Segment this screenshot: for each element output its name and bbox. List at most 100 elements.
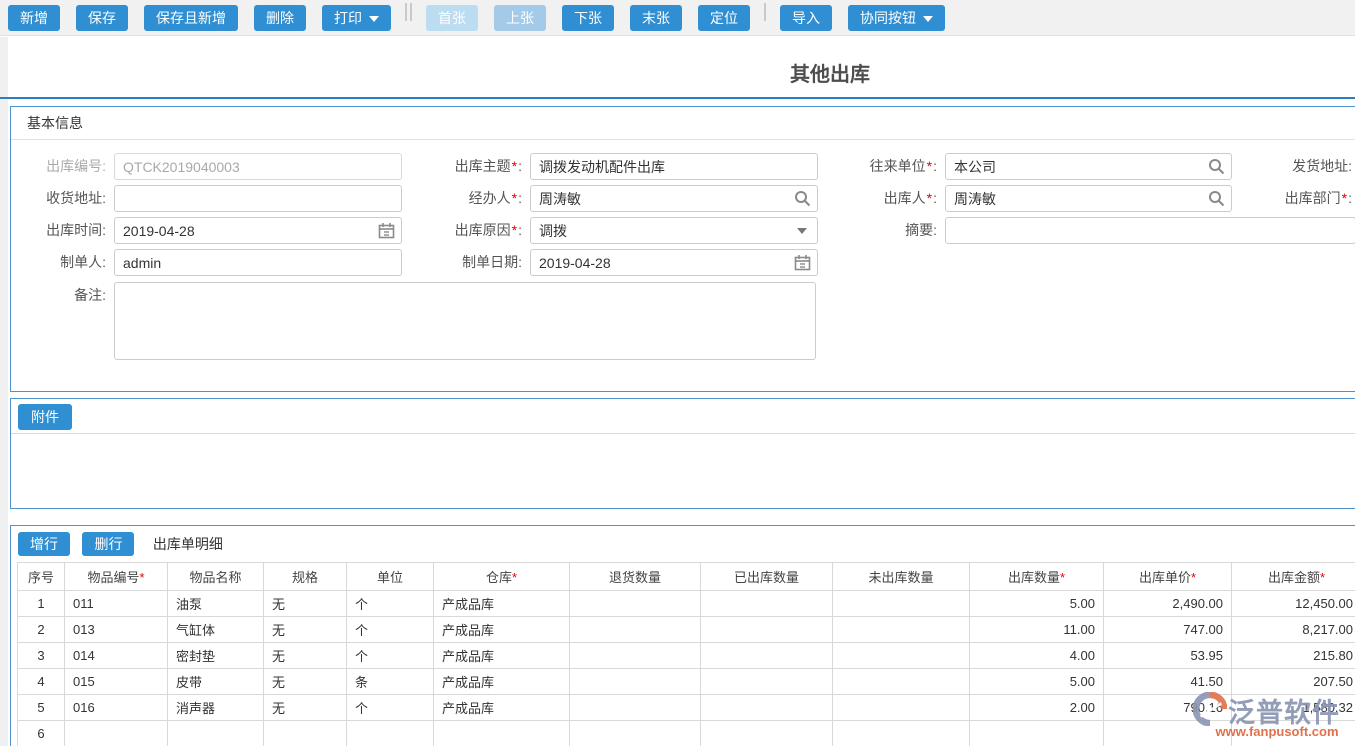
table-cell xyxy=(700,668,833,695)
attachment-button[interactable]: 附件 xyxy=(18,404,72,430)
import-button[interactable]: 导入 xyxy=(780,5,832,31)
locate-button-label: 定位 xyxy=(710,10,738,26)
outbound-no-field[interactable] xyxy=(114,153,402,180)
column-header: 出库单价* xyxy=(1103,562,1232,591)
table-cell: 2 xyxy=(17,616,65,643)
required-asterisk: * xyxy=(511,158,518,174)
add-row-button[interactable]: 增行 xyxy=(18,532,70,556)
summary-field-label: 摘要: xyxy=(905,222,937,238)
column-header: 规格 xyxy=(263,562,347,591)
required-asterisk: * xyxy=(139,570,145,585)
remark-field-box xyxy=(114,282,816,360)
new-button-label: 新增 xyxy=(20,10,48,26)
attachment-divider xyxy=(11,433,1355,434)
table-cell: 6 xyxy=(17,720,65,746)
table-cell: 3 xyxy=(17,642,65,669)
outbound-subject-field[interactable] xyxy=(530,153,818,180)
outbound-reason-select[interactable] xyxy=(530,217,818,244)
next-record-button[interactable]: 下张 xyxy=(562,5,614,31)
table-cell: 5 xyxy=(17,694,65,721)
table-cell: 无 xyxy=(263,642,347,669)
table-cell: 密封垫 xyxy=(167,642,264,669)
partner-unit-field-label: 往来单位*: xyxy=(869,158,937,174)
toolbar: 新增 保存 保存且新增 删除 打印 首张 上张 下张 末张 定位 导入 协同按钮 xyxy=(0,0,1355,36)
table-row[interactable]: 3 014 密封垫无个产成品库 4.00 53.95 215.80 xyxy=(17,642,1355,669)
save-button[interactable]: 保存 xyxy=(76,5,128,31)
last-record-button-label: 末张 xyxy=(642,10,670,26)
handler-field[interactable] xyxy=(530,185,818,212)
table-cell: 1 xyxy=(17,590,65,617)
outbound-person-field-box xyxy=(945,185,1232,212)
page-title: 其他出库 xyxy=(790,64,870,86)
save-button-label: 保存 xyxy=(88,10,116,26)
outbound-reason-select-label: 出库原因*: xyxy=(454,222,522,238)
receive-address-field-label: 收货地址: xyxy=(46,190,106,206)
table-cell xyxy=(569,642,701,669)
save-and-new-button-label: 保存且新增 xyxy=(156,10,226,26)
create-date-field[interactable] xyxy=(530,249,818,276)
outbound-time-field-label: 出库时间: xyxy=(46,222,106,238)
remark-field[interactable] xyxy=(114,282,816,360)
receive-address-field[interactable] xyxy=(114,185,402,212)
prev-record-button[interactable]: 上张 xyxy=(494,5,546,31)
table-cell xyxy=(433,720,570,746)
table-cell: 产成品库 xyxy=(433,616,570,643)
outbound-dept-field-label: 出库部门*: xyxy=(1284,190,1352,206)
summary-field[interactable] xyxy=(945,217,1355,244)
table-cell: 014 xyxy=(64,642,168,669)
table-cell: 2,490.00 xyxy=(1103,590,1232,617)
table-cell xyxy=(969,720,1104,746)
table-cell: 产成品库 xyxy=(433,668,570,695)
save-and-new-button[interactable]: 保存且新增 xyxy=(144,5,238,31)
delete-row-button[interactable]: 删行 xyxy=(82,532,135,556)
table-cell: 013 xyxy=(64,616,168,643)
collaboration-button-label: 协同按钮 xyxy=(860,10,916,26)
toolbar-separator xyxy=(405,3,407,22)
delete-button[interactable]: 删除 xyxy=(254,5,306,31)
create-date-field-label: 制单日期: xyxy=(462,254,522,270)
caret-down-icon xyxy=(369,16,379,23)
create-date-field-box xyxy=(530,249,818,276)
table-row[interactable]: 1 011 油泵无个产成品库 5.00 2,490.00 12,450.00 xyxy=(17,590,1355,617)
caret-down-icon xyxy=(923,16,933,23)
basic-info-section-title: 基本信息 xyxy=(11,107,1355,140)
collaboration-button[interactable]: 协同按钮 xyxy=(848,5,945,31)
table-row[interactable]: 4 015 皮带无条产成品库 5.00 41.50 207.50 xyxy=(17,668,1355,695)
table-cell: 产成品库 xyxy=(433,642,570,669)
last-record-button[interactable]: 末张 xyxy=(630,5,682,31)
creator-field-label: 制单人: xyxy=(60,254,106,270)
toolbar-separator xyxy=(410,3,412,22)
table-row[interactable]: 2 013 气缸体无个产成品库 11.00 747.00 8,217.00 xyxy=(17,616,1355,643)
table-cell: 53.95 xyxy=(1103,642,1232,669)
next-record-button-label: 下张 xyxy=(574,10,602,26)
outbound-time-field-box xyxy=(114,217,402,244)
table-cell: 气缸体 xyxy=(167,616,264,643)
outbound-reason-select-box xyxy=(530,217,818,244)
handler-field-label: 经办人*: xyxy=(468,190,522,206)
table-cell xyxy=(832,694,970,721)
table-cell: 个 xyxy=(346,616,434,643)
outbound-subject-field-box xyxy=(530,153,818,180)
column-header: 序号 xyxy=(17,562,65,591)
outbound-time-field[interactable] xyxy=(114,217,402,244)
partner-unit-field[interactable] xyxy=(945,153,1232,180)
new-button[interactable]: 新增 xyxy=(8,5,60,31)
table-cell xyxy=(167,720,264,746)
print-button[interactable]: 打印 xyxy=(322,5,391,31)
calendar-icon[interactable] xyxy=(794,254,811,271)
table-cell: 12,450.00 xyxy=(1231,590,1355,617)
first-record-button[interactable]: 首张 xyxy=(426,5,478,31)
table-cell xyxy=(700,642,833,669)
attachment-panel: 附件 xyxy=(10,398,1355,509)
outbound-person-field[interactable] xyxy=(945,185,1232,212)
table-row[interactable]: 6 xyxy=(17,720,1355,746)
column-header: 出库数量* xyxy=(969,562,1104,591)
receive-address-field-box xyxy=(114,185,402,212)
remark-field-label: 备注: xyxy=(74,287,106,303)
table-cell: 5.00 xyxy=(969,668,1104,695)
required-asterisk: * xyxy=(1190,570,1197,585)
locate-button[interactable]: 定位 xyxy=(698,5,750,31)
table-row[interactable]: 5 016 消声器无个产成品库 2.00 790.16 1,580.32 xyxy=(17,694,1355,721)
table-cell: 2.00 xyxy=(969,694,1104,721)
creator-field[interactable] xyxy=(114,249,402,276)
